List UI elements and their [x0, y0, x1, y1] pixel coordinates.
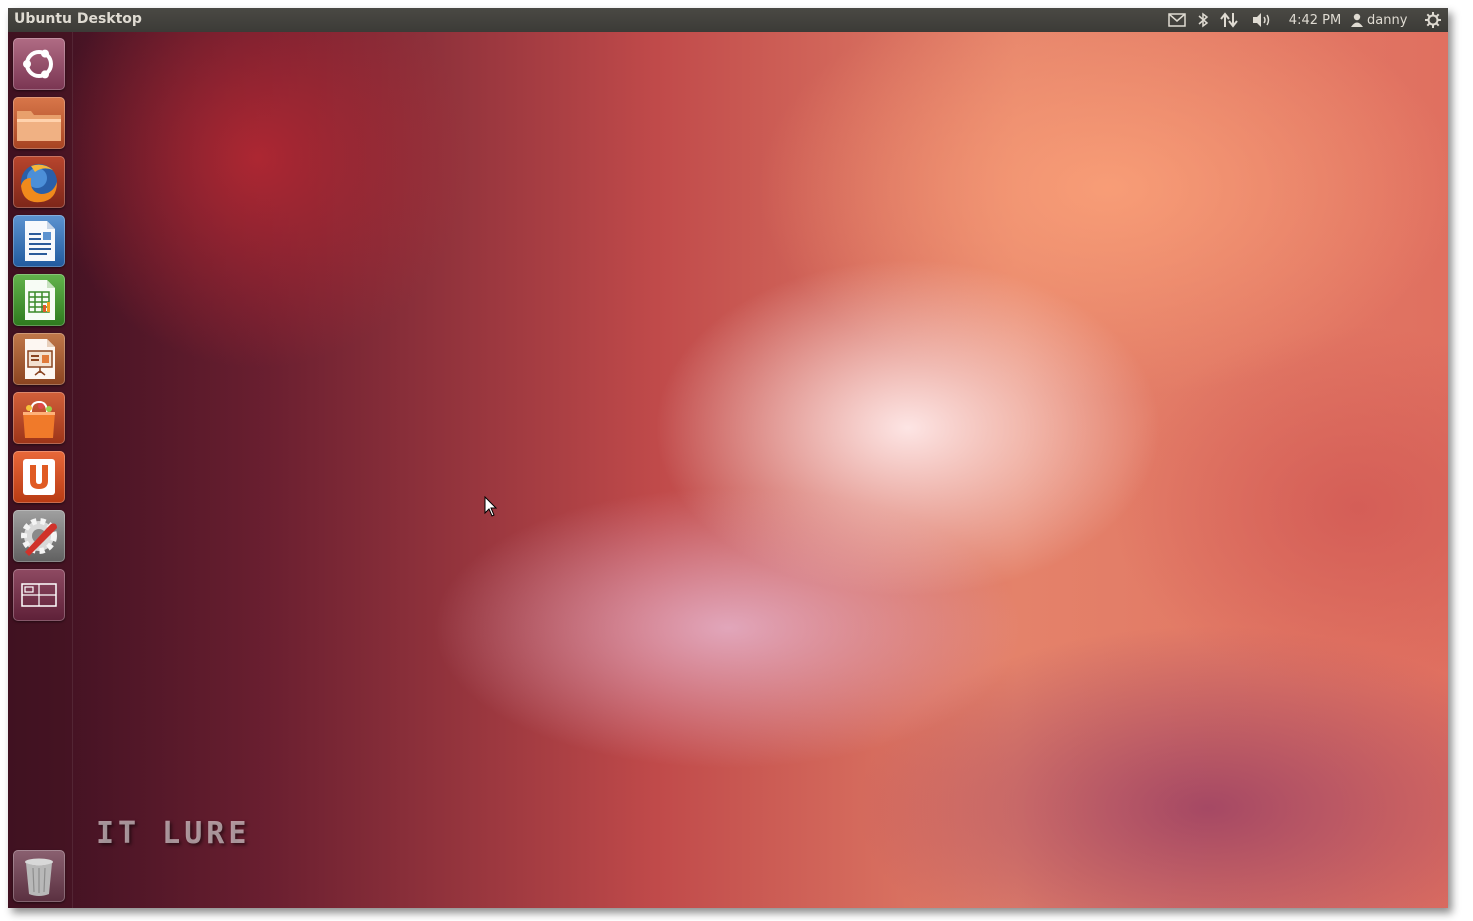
user-menu[interactable]: danny: [1351, 8, 1419, 32]
it-lure-watermark: IT LURE: [96, 816, 251, 851]
dash-home-button[interactable]: [13, 38, 65, 90]
software-center-button[interactable]: [13, 392, 65, 444]
trash-button[interactable]: [13, 850, 65, 902]
ubuntu-logo-icon: [23, 49, 53, 79]
desktop-wallpaper[interactable]: [8, 8, 1448, 908]
writer-icon: [25, 221, 55, 261]
bluetooth-icon[interactable]: [1193, 8, 1213, 32]
settings-wrench-icon: [21, 518, 57, 556]
session-gear-icon[interactable]: [1422, 8, 1444, 32]
libreoffice-writer-button[interactable]: [13, 215, 65, 267]
libreoffice-impress-button[interactable]: [13, 333, 65, 385]
ubuntu-one-button[interactable]: [13, 451, 65, 503]
launcher: [8, 32, 73, 908]
mail-icon[interactable]: [1166, 8, 1188, 32]
firefox-button[interactable]: [13, 156, 65, 208]
shopping-bag-icon: [23, 400, 55, 438]
panel-title: Ubuntu Desktop: [14, 11, 142, 27]
home-folder-button[interactable]: [13, 97, 65, 149]
workspace-icon: [21, 583, 57, 607]
folder-icon: [17, 111, 61, 141]
volume-icon[interactable]: [1250, 8, 1274, 32]
network-icon[interactable]: [1218, 8, 1240, 32]
mouse-pointer-icon: [484, 496, 498, 517]
firefox-icon: [21, 164, 57, 203]
ubuntu-one-icon: [23, 459, 55, 495]
trash-icon: [25, 858, 53, 896]
system-settings-button[interactable]: [13, 510, 65, 562]
libreoffice-calc-button[interactable]: [13, 274, 65, 326]
user-icon: [1351, 13, 1363, 27]
clock-label: 4:42 PM: [1288, 12, 1342, 28]
top-panel: Ubuntu Desktop 4:42 PM danny: [8, 8, 1448, 32]
clock[interactable]: 4:42 PM: [1284, 8, 1346, 32]
user-name-label: danny: [1367, 12, 1408, 28]
desktop-screen: Ubuntu Desktop 4:42 PM danny IT LURE: [8, 8, 1448, 908]
calc-icon: [25, 280, 55, 320]
impress-icon: [25, 339, 55, 379]
workspace-switcher-button[interactable]: [13, 569, 65, 621]
